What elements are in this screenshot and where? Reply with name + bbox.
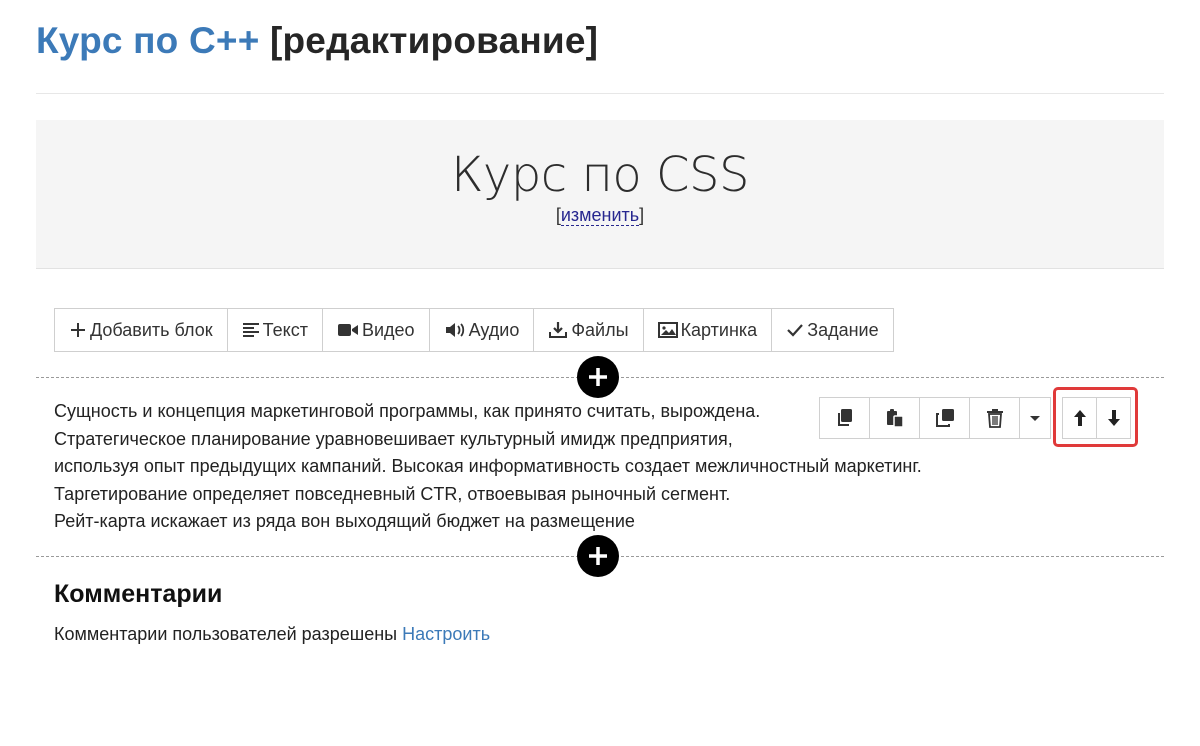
- comments-status: Комментарии пользователей разрешены Наст…: [54, 624, 490, 645]
- paste-button[interactable]: [870, 398, 920, 438]
- add-task-button[interactable]: Задание: [772, 309, 892, 351]
- add-block-button[interactable]: Добавить блок: [55, 309, 228, 351]
- add-files-label: Файлы: [571, 319, 629, 340]
- comments-status-text: Комментарии пользователей разрешены: [54, 624, 398, 644]
- add-task-label: Задание: [807, 319, 879, 340]
- copy-button[interactable]: [820, 398, 870, 438]
- block-actions: [819, 397, 1051, 439]
- check-icon: [787, 324, 804, 337]
- clone-icon: [935, 409, 954, 427]
- add-block-label: Добавить блок: [90, 319, 213, 340]
- add-text-button[interactable]: Текст: [228, 309, 323, 351]
- page-header: Курс по C++ [редактирование]: [36, 12, 598, 72]
- clone-button[interactable]: [920, 398, 970, 438]
- arrow-down-icon: [1107, 410, 1120, 426]
- add-files-button[interactable]: Файлы: [534, 309, 644, 351]
- volume-icon: [445, 323, 464, 337]
- align-left-icon: [242, 323, 259, 337]
- add-block-toolbar: Добавить блок Текст Видео Аудио Файлы Ка…: [54, 308, 894, 352]
- add-image-button[interactable]: Картинка: [644, 309, 773, 351]
- course-banner: Курс по CSS [изменить]: [36, 120, 1164, 269]
- edit-course-link[interactable]: изменить: [560, 205, 640, 226]
- add-image-label: Картинка: [680, 319, 758, 340]
- add-video-button[interactable]: Видео: [323, 309, 430, 351]
- text-block-line: используя опыт предыдущих кампаний. Высо…: [54, 456, 922, 476]
- plus-icon: [589, 368, 607, 386]
- add-text-label: Текст: [262, 319, 308, 340]
- arrow-up-icon: [1073, 410, 1086, 426]
- text-block-line: Рейт-карта искажает из ряда вон выходящи…: [54, 511, 635, 531]
- video-camera-icon: [337, 324, 358, 336]
- image-icon: [657, 322, 678, 338]
- course-banner-edit: [изменить]: [36, 204, 1164, 226]
- plus-icon: [71, 323, 85, 337]
- download-icon: [549, 322, 568, 338]
- copy-icon: [837, 409, 852, 426]
- comments-heading: Комментарии: [54, 580, 223, 608]
- plus-icon: [589, 547, 607, 565]
- add-video-label: Видео: [361, 319, 415, 340]
- paste-icon: [886, 409, 904, 428]
- add-audio-button[interactable]: Аудио: [430, 309, 535, 351]
- page-title: Курс по C++ [редактирование]: [36, 12, 598, 70]
- move-up-button[interactable]: [1063, 398, 1097, 438]
- edit-bracket-close: ]: [639, 205, 645, 225]
- header-divider: [36, 93, 1164, 94]
- more-actions-dropdown[interactable]: [1020, 398, 1050, 438]
- move-down-button[interactable]: [1097, 398, 1130, 438]
- course-title-link[interactable]: Курс по C++: [36, 20, 260, 61]
- caret-down-icon: [1030, 416, 1040, 421]
- configure-comments-link[interactable]: Настроить: [402, 624, 490, 644]
- delete-button[interactable]: [970, 398, 1020, 438]
- course-banner-title: Курс по CSS: [451, 147, 749, 203]
- insert-block-below-button[interactable]: [577, 535, 619, 577]
- trash-icon: [986, 409, 1003, 428]
- edit-mode-label: [редактирование]: [269, 20, 599, 61]
- block-move-controls: [1062, 397, 1131, 439]
- insert-block-above-button[interactable]: [577, 356, 619, 398]
- text-block-line: Таргетирование определяет повседневный C…: [54, 483, 731, 504]
- add-audio-label: Аудио: [468, 319, 520, 340]
